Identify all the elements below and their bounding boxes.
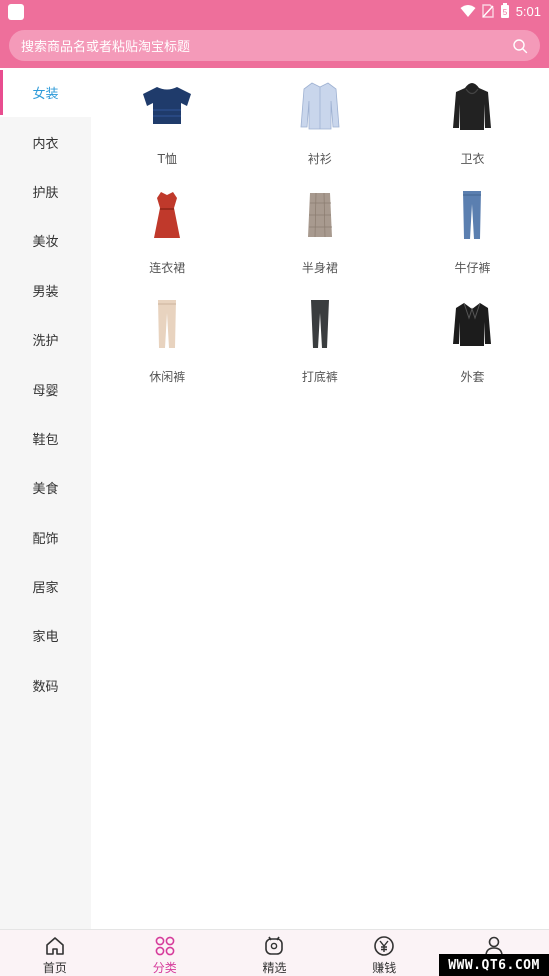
grid-item-label: 连衣裙 <box>149 261 186 275</box>
sidebar-item-label: 男装 <box>32 284 59 300</box>
search-icon[interactable] <box>512 38 528 54</box>
sidebar-item-underwear[interactable]: 内衣 <box>0 117 91 166</box>
shirt-icon <box>290 74 350 138</box>
search-bar[interactable]: 搜索商品名或者粘贴淘宝标题 <box>9 30 540 61</box>
battery-icon: 5 <box>500 3 509 18</box>
notification-icon <box>8 4 24 20</box>
sidebar-item-makeup[interactable]: 美妆 <box>0 216 91 265</box>
nav-category[interactable]: 分类 <box>110 930 220 976</box>
grid-item-label: 半身裙 <box>301 261 338 275</box>
hoodie-icon <box>442 74 502 138</box>
status-indicators: 5 5:01 <box>460 3 541 19</box>
grid-row: 连衣裙 半身裙 牛仔裤 <box>91 177 549 286</box>
sidebar-item-womens[interactable]: 女装 <box>0 68 91 118</box>
sidebar-item-home[interactable]: 居家 <box>0 562 91 611</box>
sidebar-item-digital[interactable]: 数码 <box>0 661 91 710</box>
grid-row: T恤 衬衫 卫衣 <box>91 68 549 177</box>
sidebar-item-label: 配饰 <box>32 531 59 547</box>
grid-item-dress[interactable]: 连衣裙 <box>91 177 244 286</box>
sidebar-item-label: 美妆 <box>32 235 59 251</box>
nav-home[interactable]: 首页 <box>0 930 110 976</box>
grid-item-skirt[interactable]: 半身裙 <box>244 177 397 286</box>
site-watermark: WWW.QT6.COM <box>439 954 549 976</box>
category-sidebar: 女装 内衣 护肤 美妆 男装 洗护 母婴 鞋包 美食 配饰 居家 家电 数码 <box>0 68 91 929</box>
sidebar-item-mens[interactable]: 男装 <box>0 266 91 315</box>
grid-item-casual-pants[interactable]: 休闲裤 <box>91 286 244 395</box>
sidebar-item-washcare[interactable]: 洗护 <box>0 315 91 364</box>
grid-item-jacket[interactable]: 外套 <box>396 286 549 395</box>
grid-item-label: 打底裤 <box>301 370 338 384</box>
app-header: 5 5:01 搜索商品名或者粘贴淘宝标题 <box>0 0 549 68</box>
grid-item-tshirt[interactable]: T恤 <box>91 68 244 177</box>
category-icon <box>155 936 175 956</box>
sidebar-item-baby[interactable]: 母婴 <box>0 364 91 413</box>
sidebar-item-label: 内衣 <box>32 136 59 152</box>
grid-item-label: 卫衣 <box>460 152 485 166</box>
nav-earn[interactable]: 赚钱 <box>329 930 439 976</box>
sidebar-item-shoes-bags[interactable]: 鞋包 <box>0 414 91 463</box>
nav-label: 精选 <box>262 961 287 975</box>
sidebar-item-label: 家电 <box>32 630 59 646</box>
grid-item-label: T恤 <box>157 152 177 166</box>
subcategory-grid: T恤 衬衫 卫衣 连衣裙 半身裙 牛仔裤 休闲裤 打底裤 外套 <box>91 68 549 395</box>
sidebar-item-accessories[interactable]: 配饰 <box>0 513 91 562</box>
dress-icon <box>137 183 197 247</box>
status-bar: 5 5:01 <box>0 0 549 24</box>
battery-level: 5 <box>502 8 507 17</box>
featured-icon <box>265 936 284 955</box>
casual-pants-icon <box>137 292 197 356</box>
grid-item-label: 衬衫 <box>307 152 332 166</box>
sidebar-item-label: 美食 <box>32 482 59 498</box>
sidebar-item-label: 女装 <box>32 87 59 103</box>
search-input[interactable]: 搜索商品名或者粘贴淘宝标题 <box>21 36 512 55</box>
t-shirt-icon <box>137 74 197 138</box>
no-sim-icon <box>481 4 494 18</box>
wifi-icon <box>460 5 476 17</box>
grid-row: 休闲裤 打底裤 外套 <box>91 286 549 395</box>
nav-featured[interactable]: 精选 <box>220 930 330 976</box>
jacket-icon <box>442 292 502 356</box>
grid-item-hoodie[interactable]: 卫衣 <box>396 68 549 177</box>
status-time: 5:01 <box>515 3 541 19</box>
home-icon <box>46 937 64 955</box>
sidebar-item-skincare[interactable]: 护肤 <box>0 167 91 216</box>
nav-label: 首页 <box>42 961 67 975</box>
nav-label: 分类 <box>152 961 177 975</box>
sidebar-item-label: 护肤 <box>32 185 59 201</box>
nav-label: 赚钱 <box>372 961 397 975</box>
grid-item-label: 休闲裤 <box>149 370 186 384</box>
skirt-icon <box>290 183 350 247</box>
sidebar-item-label: 鞋包 <box>32 432 59 448</box>
grid-item-leggings[interactable]: 打底裤 <box>244 286 397 395</box>
yen-icon <box>374 936 395 956</box>
sidebar-item-label: 洗护 <box>32 334 59 350</box>
grid-item-jeans[interactable]: 牛仔裤 <box>396 177 549 286</box>
sidebar-item-label: 母婴 <box>32 383 59 399</box>
grid-item-label: 牛仔裤 <box>454 261 491 275</box>
grid-item-label: 外套 <box>460 370 485 384</box>
sidebar-item-appliances[interactable]: 家电 <box>0 611 91 660</box>
grid-item-shirt[interactable]: 衬衫 <box>244 68 397 177</box>
leggings-icon <box>290 292 350 356</box>
sidebar-item-label: 居家 <box>32 581 59 597</box>
sidebar-item-label: 数码 <box>32 679 59 695</box>
sidebar-item-food[interactable]: 美食 <box>0 463 91 512</box>
jeans-icon <box>442 183 502 247</box>
